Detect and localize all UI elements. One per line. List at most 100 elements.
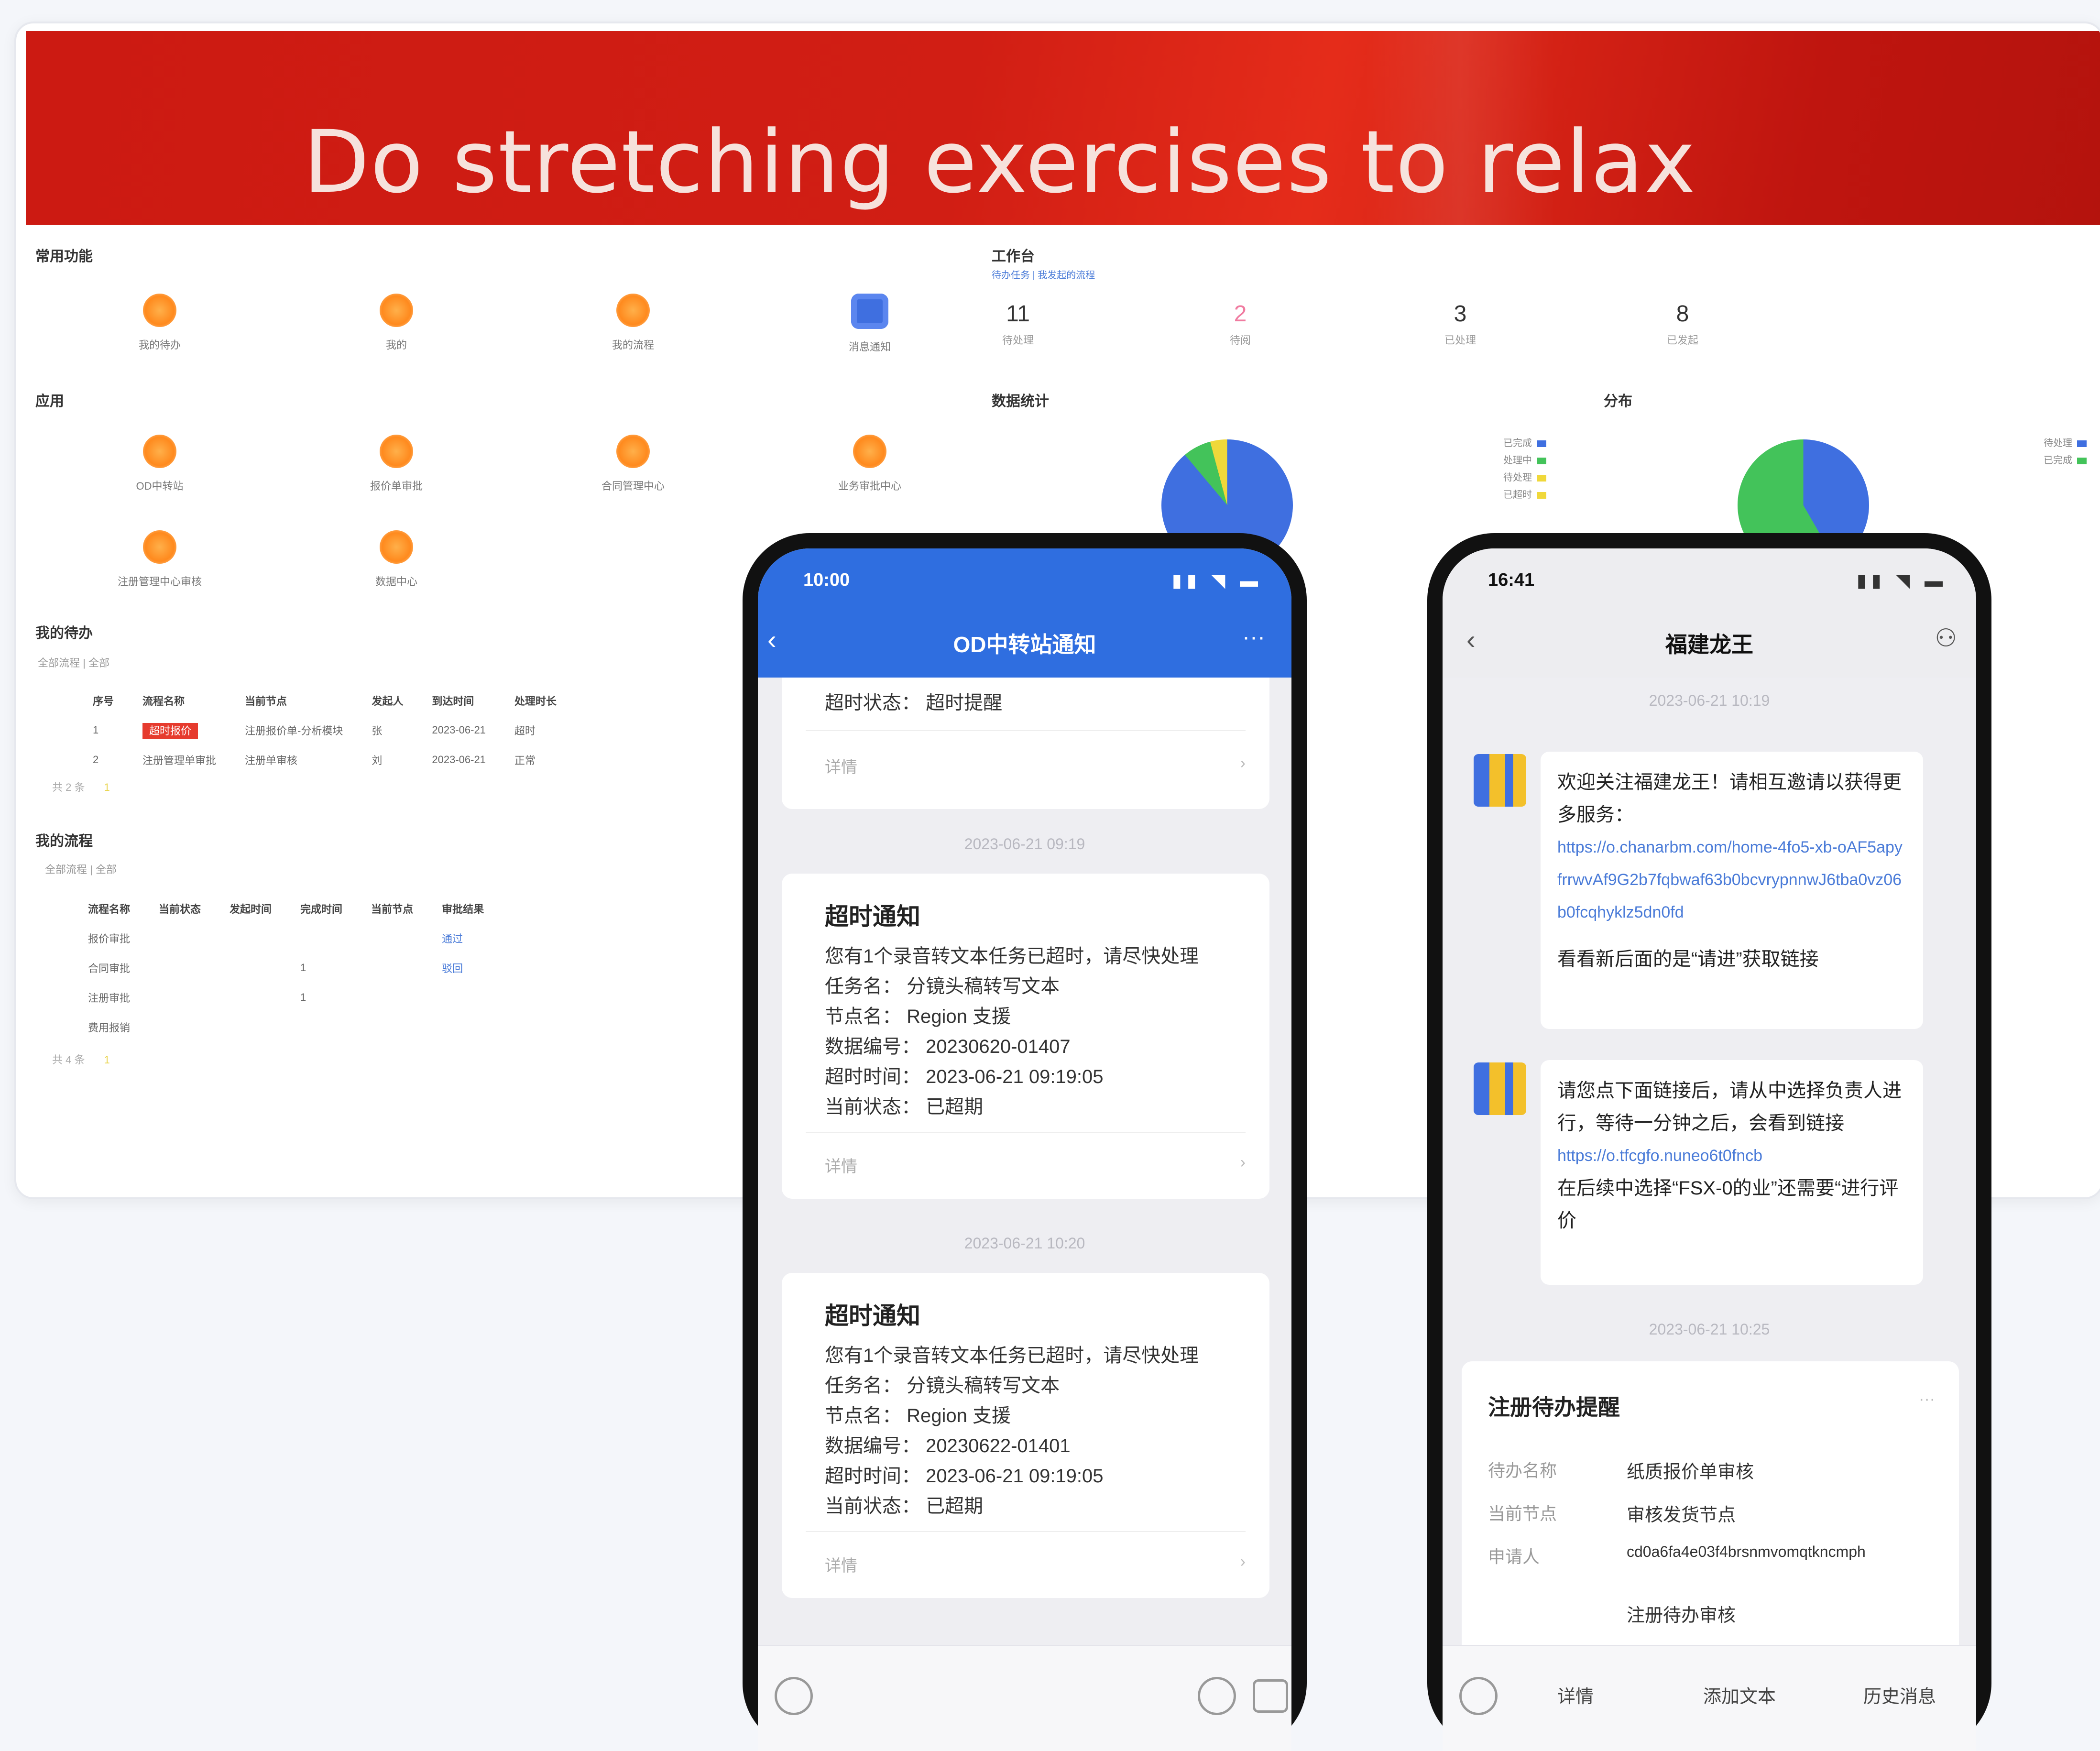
- app-orange-icon: [616, 435, 650, 468]
- table-cell: 2: [93, 754, 99, 766]
- official-account-avatar[interactable]: [1474, 754, 1526, 807]
- phone-frame-chat: 16:41 ▮▮ ◥ ▬ ‹ 福建龙王 ⚇ 2023-06-21 10:19 欢…: [1427, 533, 1991, 1751]
- emoji-icon[interactable]: [1198, 1677, 1236, 1715]
- app-label: 业务审批中心: [838, 480, 901, 492]
- column-header[interactable]: 当前节点: [371, 894, 442, 923]
- app-registration[interactable]: 注册管理中心审核: [114, 530, 205, 589]
- process-filter[interactable]: 全部流程 | 全部: [45, 861, 117, 876]
- user-icon[interactable]: ⚇: [1935, 624, 1957, 653]
- app-label: 消息通知: [848, 341, 891, 353]
- card-row: 您有1个录音转文本任务已超时，请尽快处理: [825, 1345, 1199, 1366]
- official-account-avatar[interactable]: [1474, 1062, 1526, 1115]
- table-cell[interactable]: 通过: [442, 923, 513, 953]
- table-cell[interactable]: 驳回: [442, 953, 513, 983]
- column-header[interactable]: 处理时长: [514, 686, 585, 715]
- card-row: 超时时间： 2023-06-21 09:19:05: [825, 1466, 1104, 1487]
- menu-tab[interactable]: 添加文本: [1703, 1682, 1776, 1708]
- pager-page[interactable]: 1: [104, 1054, 109, 1066]
- table-header-row: 序号 流程名称 当前节点 发起人 到达时间 处理时长: [93, 686, 585, 715]
- process-pager[interactable]: 共 4 条 1: [52, 1051, 129, 1067]
- voice-icon[interactable]: [775, 1677, 813, 1715]
- app-my-process[interactable]: 我的流程: [588, 294, 678, 352]
- more-icon[interactable]: ···: [1242, 624, 1265, 650]
- message-text: 看看新后面的是“请进”获取链接: [1557, 949, 1819, 970]
- table-cell: 超时: [514, 725, 536, 737]
- column-header[interactable]: 发起人: [372, 686, 432, 715]
- column-header[interactable]: 审批结果: [442, 894, 513, 923]
- todo-filter[interactable]: 全部流程 | 全部: [38, 655, 109, 670]
- header-title: OD中转站通知: [953, 632, 1096, 657]
- details-link[interactable]: 详情: [825, 754, 857, 777]
- stat-processed[interactable]: 3 已处理: [1424, 301, 1496, 347]
- table-row[interactable]: 1 超时报价 注册报价单-分析模块 张 2023-06-21 超时: [93, 715, 585, 745]
- column-header[interactable]: 完成时间: [300, 894, 371, 923]
- notification-card[interactable]: 超时通知 您有1个录音转文本任务已超时，请尽快处理 任务名： 分镜头稿转写文本 …: [782, 1273, 1269, 1598]
- table-row[interactable]: 报价审批 通过: [88, 923, 513, 953]
- card-row: 节点名： Region 支援: [825, 1405, 1011, 1426]
- app-label: 我的: [385, 339, 407, 351]
- app-data-center[interactable]: 数据中心: [351, 530, 442, 589]
- table-row[interactable]: 2 注册管理单审批 注册单审核 刘 2023-06-21 正常: [93, 745, 585, 775]
- menu-tab[interactable]: 详情: [1557, 1682, 1594, 1708]
- table-cell: [159, 1012, 230, 1042]
- timestamp: 2023-06-21 10:20: [964, 1235, 1085, 1252]
- app-mine[interactable]: 我的: [351, 294, 442, 352]
- app-my-todo[interactable]: 我的待办: [114, 294, 205, 352]
- details-link[interactable]: 详情: [825, 1553, 857, 1576]
- menu-tab[interactable]: 历史消息: [1863, 1682, 1936, 1708]
- divider: [806, 1132, 1246, 1133]
- app-label: 合同管理中心: [601, 480, 665, 492]
- pager-page[interactable]: 1: [104, 781, 109, 793]
- keyboard-toggle-icon[interactable]: [1459, 1677, 1498, 1715]
- chat-message: 欢迎关注福建龙王！请相互邀请以获得更多服务： https://o.chanarb…: [1541, 752, 1923, 1029]
- app-od-station[interactable]: OD中转站: [114, 435, 205, 493]
- column-header[interactable]: 流程名称: [142, 686, 245, 715]
- stats-subtabs[interactable]: 待办任务 | 我发起的流程: [992, 267, 1095, 281]
- card-row: 超时时间： 2023-06-21 09:19:05: [825, 1066, 1104, 1087]
- app-orange-icon: [853, 435, 886, 468]
- app-orange-icon: [143, 294, 176, 327]
- table-row[interactable]: 注册审批 1: [88, 983, 513, 1012]
- phone-frame-notifications: 10:00 ▮▮ ◥ ▬ ‹ OD中转站通知 ··· 超时状态： 超时提醒 详情…: [743, 533, 1307, 1751]
- banner-title: Do stretching exercises to relax: [303, 112, 1696, 212]
- keyboard-icon[interactable]: [1253, 1679, 1288, 1713]
- table-cell: [371, 1012, 442, 1042]
- table-cell: [230, 1012, 300, 1042]
- chat-menu-bar: 详情 添加文本 历史消息: [1443, 1645, 1976, 1751]
- card-row: 超时状态： 超时提醒: [825, 692, 1003, 713]
- column-header[interactable]: 到达时间: [432, 686, 514, 715]
- column-header[interactable]: 序号: [93, 686, 142, 715]
- notification-card[interactable]: 超时通知 您有1个录音转文本任务已超时，请尽快处理 任务名： 分镜头稿转写文本 …: [782, 874, 1269, 1199]
- app-orange-icon: [380, 294, 413, 327]
- stats-title: 工作台: [992, 249, 1035, 264]
- app-label: 注册管理中心审核: [117, 576, 202, 588]
- more-icon[interactable]: ···: [1919, 1390, 1935, 1409]
- app-label: OD中转站: [136, 480, 184, 492]
- table-row[interactable]: 费用报销: [88, 1012, 513, 1042]
- tv-icon: [851, 294, 888, 329]
- table-cell: [371, 923, 442, 953]
- column-header[interactable]: 当前节点: [245, 686, 372, 715]
- app-quote-approval[interactable]: 报价单审批: [351, 435, 442, 493]
- stat-pending[interactable]: 11 待处理: [982, 301, 1054, 347]
- app-contract[interactable]: 合同管理中心: [588, 435, 678, 493]
- stat-initiated[interactable]: 8 已发起: [1647, 301, 1718, 347]
- app-notifications[interactable]: 消息通知: [824, 294, 915, 354]
- column-header[interactable]: 发起时间: [230, 894, 300, 923]
- notification-card[interactable]: 超时状态： 超时提醒 详情 ›: [782, 678, 1269, 809]
- details-link[interactable]: 详情: [825, 1153, 857, 1177]
- status-time: 16:41: [1488, 570, 1535, 590]
- table-cell: 1: [93, 724, 99, 736]
- message-link[interactable]: https://o.chanarbm.com/home-4fo5-xb-oAF5…: [1557, 831, 1906, 929]
- app-business-approval[interactable]: 业务审批中心: [824, 435, 915, 493]
- column-header[interactable]: 流程名称: [88, 894, 159, 923]
- table-cell: [371, 983, 442, 1012]
- table-row[interactable]: 合同审批 1 驳回: [88, 953, 513, 983]
- message-link[interactable]: https://o.tfcgfo.nuneo6t0fncb: [1557, 1139, 1906, 1172]
- section-common-title: 常用功能: [35, 249, 93, 264]
- column-header[interactable]: 当前状态: [159, 894, 230, 923]
- stat-caption: 待阅: [1229, 334, 1251, 346]
- stat-to-read[interactable]: 2 待阅: [1204, 301, 1276, 347]
- status-time: 10:00: [803, 570, 850, 590]
- todo-pager[interactable]: 共 2 条 1: [52, 779, 129, 794]
